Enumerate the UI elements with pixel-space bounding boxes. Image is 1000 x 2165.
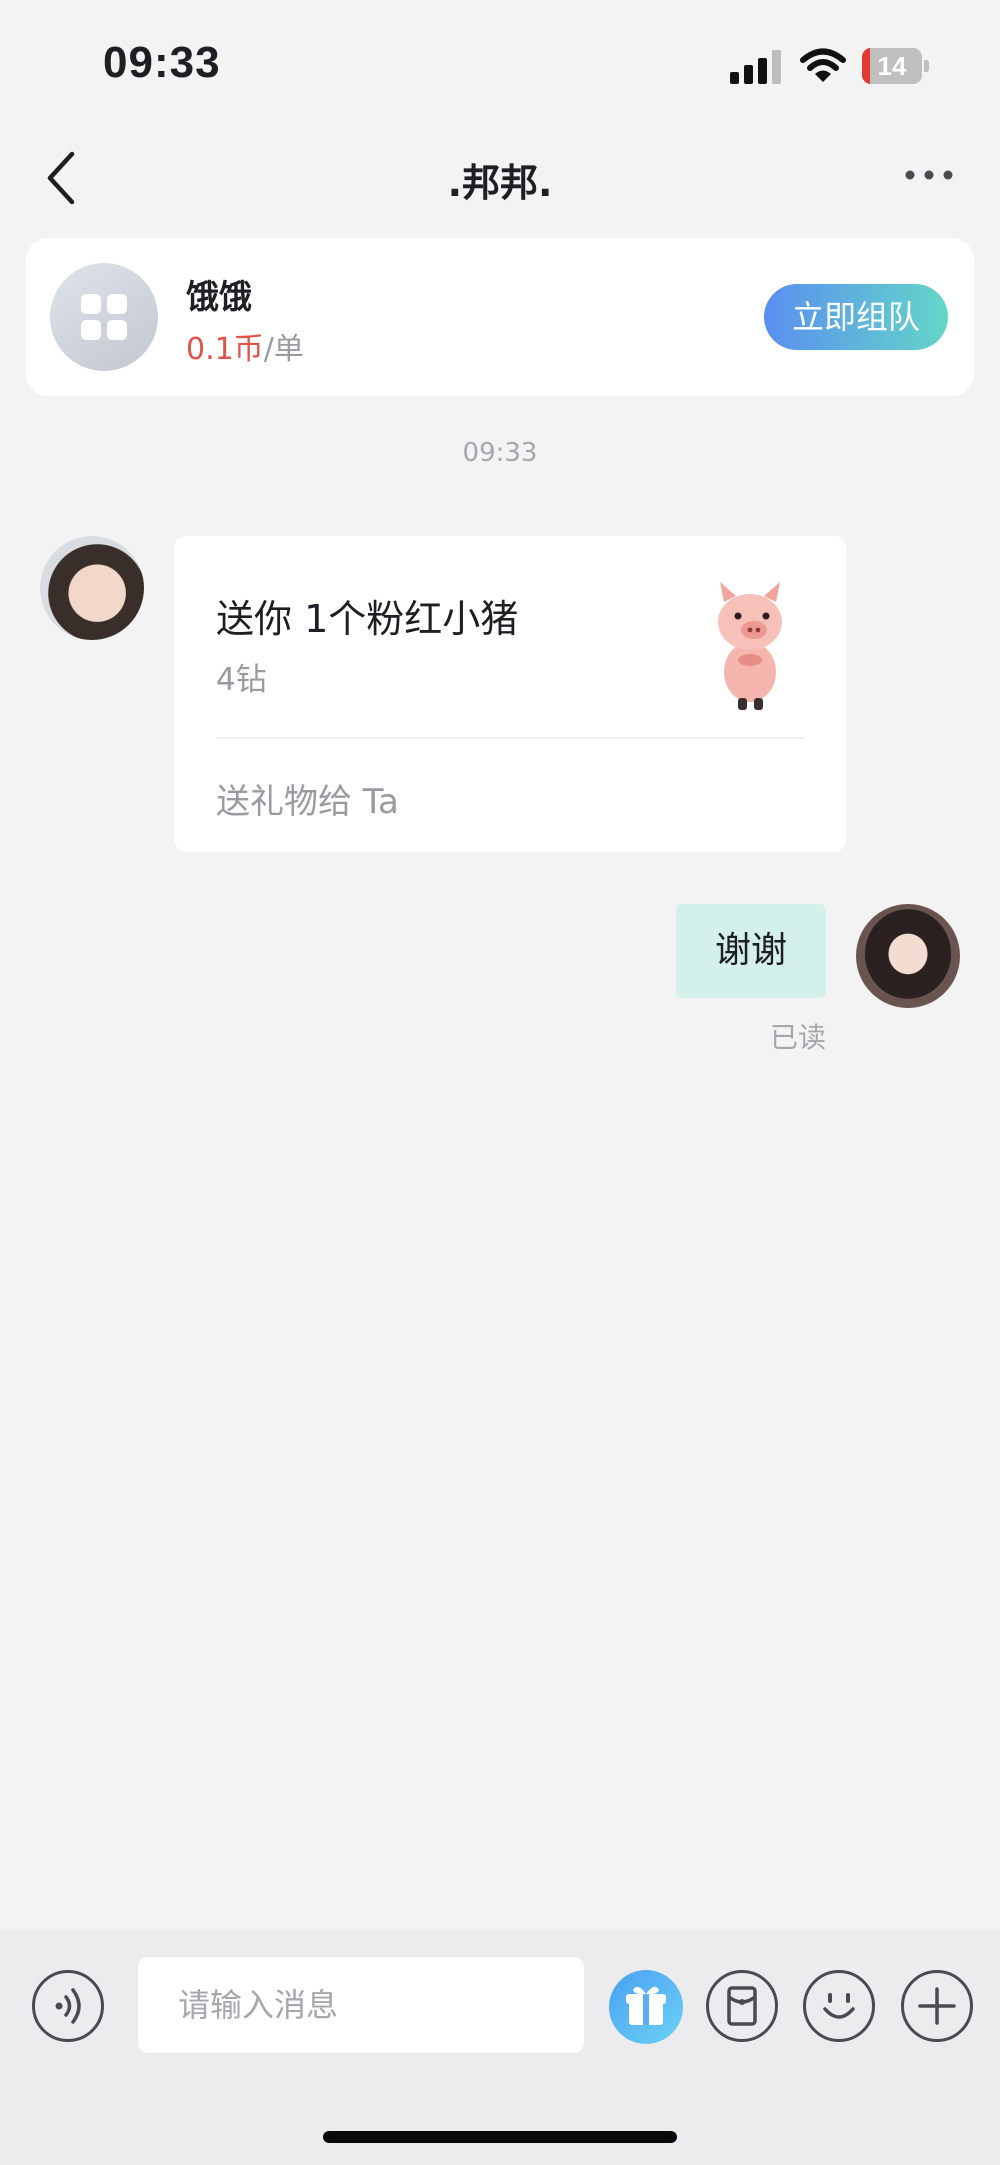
gift-icon[interactable] (609, 1970, 683, 2044)
team-up-button[interactable]: 立即组队 (764, 284, 948, 350)
read-receipt: 已读 (769, 1021, 826, 1054)
gift-price: 4钻 (216, 662, 267, 698)
price-value: 0.1币 (186, 332, 264, 367)
red-packet-icon[interactable] (706, 1970, 778, 2042)
price-unit: /单 (263, 332, 304, 367)
more-icon[interactable] (904, 160, 954, 190)
grid-apps-icon (50, 263, 158, 371)
input-bar (0, 1930, 1000, 2165)
back-arrow-icon[interactable] (40, 148, 90, 208)
cellular-signal-icon (730, 50, 781, 84)
voice-icon[interactable] (32, 1970, 104, 2042)
emoji-icon[interactable] (803, 1970, 875, 2042)
pink-pig-icon (718, 582, 782, 710)
order-card[interactable]: 饿饿 0.1币/单 立即组队 (26, 238, 974, 396)
gift-divider (216, 737, 804, 739)
my-avatar[interactable] (856, 904, 960, 1008)
send-gift-back-link[interactable]: 送礼物给 Ta (216, 774, 399, 823)
message-timestamp: 09:33 (462, 438, 538, 468)
chat-title: .邦邦. (447, 161, 553, 205)
gift-title: 送你 1个粉红小猪 (216, 597, 519, 641)
outgoing-message-bubble[interactable]: 谢谢 (676, 904, 826, 998)
message-input[interactable] (138, 1957, 584, 2053)
battery-level: 14 (877, 51, 907, 81)
plus-icon[interactable] (901, 1970, 973, 2042)
service-price: 0.1币/单 (186, 324, 304, 368)
home-indicator[interactable] (323, 2131, 677, 2143)
sender-avatar[interactable] (40, 536, 144, 640)
gift-message-card[interactable]: 送你 1个粉红小猪 4钻 送礼物给 Ta (174, 536, 846, 852)
wifi-icon (800, 48, 846, 82)
status-time: 09:33 (103, 38, 221, 87)
battery-icon: 14 (862, 48, 929, 84)
service-name: 饿饿 (186, 277, 252, 316)
